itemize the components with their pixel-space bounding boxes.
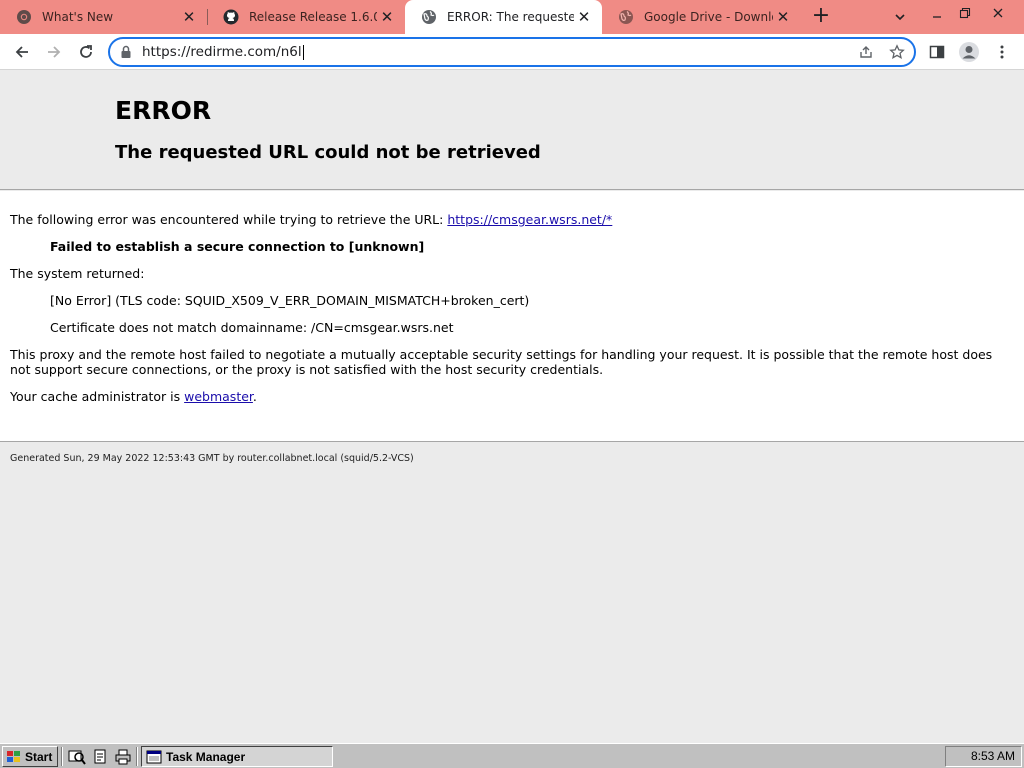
generated-footer: Generated Sun, 29 May 2022 12:53:43 GMT … [10,453,414,464]
error-header: ERROR The requested URL could not be ret… [0,71,1024,190]
tab-release[interactable]: Release Release 1.6.0 · W ✕ [207,0,406,34]
menu-button[interactable] [988,38,1016,66]
address-bar[interactable]: https://redirme.com/n6l [108,37,916,67]
chrome-icon [17,10,31,24]
tab-title: What's New [42,10,114,24]
notepad-quicklaunch-icon[interactable] [91,748,109,765]
webmaster-link[interactable]: webmaster [184,389,253,404]
close-tab-icon[interactable]: ✕ [377,8,397,26]
tab-search-chevron-icon[interactable] [888,0,912,34]
kebab-menu-icon [1000,45,1004,59]
error-message: Failed to establish a secure connection … [50,239,425,254]
page-content: ERROR The requested URL could not be ret… [0,71,1024,743]
certificate-line: Certificate does not match domainname: /… [50,320,454,335]
side-panel-icon [929,45,945,59]
tls-error-line: [No Error] (TLS code: SQUID_X509_V_ERR_D… [50,293,530,308]
system-returned-label: The system returned: [10,266,145,281]
back-button[interactable] [8,38,36,66]
start-button[interactable]: Start [2,746,58,767]
explanation-paragraph: This proxy and the remote host failed to… [10,347,993,377]
globe-icon [619,10,633,24]
forward-arrow-icon [48,46,61,58]
page-title: ERROR [115,96,212,125]
url-text[interactable]: https://redirme.com/n6l [142,39,304,65]
reload-icon [80,45,92,58]
profile-button[interactable] [955,38,983,66]
restore-icon[interactable] [952,0,978,34]
tab-title: Google Drive - Download [644,10,773,24]
reload-button[interactable] [72,38,100,66]
tab-title: Release Release 1.6.0 · W [249,10,377,24]
forward-button[interactable] [40,38,68,66]
tab-error-active[interactable]: ERROR: The requested UI ✕ [405,0,602,34]
bookmark-star-icon[interactable] [889,44,905,60]
side-panel-button[interactable] [923,38,951,66]
printer-quicklaunch-icon[interactable] [114,748,132,765]
close-tab-icon[interactable]: ✕ [179,8,199,26]
windows-logo-icon [7,750,20,762]
browser-toolbar: https://redirme.com/n6l [0,34,1024,70]
taskbar-task-manager[interactable]: Task Manager [141,746,333,767]
lock-icon[interactable] [120,45,132,59]
share-icon[interactable] [858,44,874,60]
system-clock[interactable]: 8:53 AM [945,746,1022,767]
tab-title: ERROR: The requested UI [447,10,574,24]
minimize-icon[interactable] [922,0,952,34]
taskbar: Start Task Manager 8:53 AM [0,743,1024,768]
tab-strip: What's New ✕ Release Release 1.6.0 · W ✕… [0,0,1024,34]
page-subtitle: The requested URL could not be retrieved [115,142,541,163]
globe-icon [422,10,436,24]
intro-paragraph: The following error was encountered whil… [10,212,613,227]
github-icon [223,9,239,25]
back-arrow-icon [15,46,28,58]
close-tab-icon[interactable]: ✕ [773,8,793,26]
tab-whats-new[interactable]: What's New ✕ [0,0,208,34]
task-manager-icon [146,750,162,763]
close-tab-icon[interactable]: ✕ [574,8,594,26]
profile-avatar-icon [959,42,979,62]
close-window-icon[interactable] [984,0,1012,34]
tab-google-drive[interactable]: Google Drive - Download ✕ [602,0,801,34]
admin-paragraph: Your cache administrator is webmaster. [10,389,257,404]
new-tab-button[interactable]: + [809,4,833,28]
explorer-quicklaunch-icon[interactable] [68,748,86,765]
error-details: The following error was encountered whil… [0,191,1024,442]
requested-url-link[interactable]: https://cmsgear.wsrs.net/* [447,212,612,227]
